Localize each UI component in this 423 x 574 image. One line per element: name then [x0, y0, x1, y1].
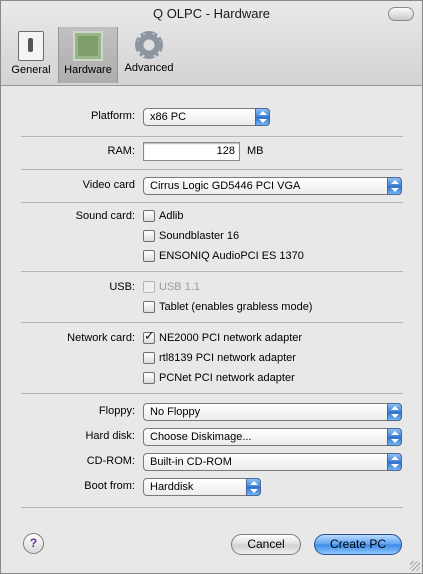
hard-disk-value: Choose Diskimage... — [150, 431, 252, 443]
usb-label: USB: — [109, 281, 135, 293]
rtl8139-checkbox[interactable] — [143, 352, 155, 364]
boot-from-value: Harddisk — [150, 481, 194, 493]
platform-value: x86 PC — [150, 111, 187, 123]
floppy-popup[interactable]: No Floppy — [143, 403, 402, 421]
platform-label: Platform: — [90, 110, 135, 122]
separator — [21, 507, 403, 508]
chip-icon — [73, 31, 103, 61]
floppy-value: No Floppy — [150, 406, 201, 418]
hardware-window: Q OLPC - Hardware General Hardware Advan… — [0, 0, 423, 574]
usb11-label: USB 1.1 — [159, 281, 200, 293]
ensoniq-checkbox[interactable] — [143, 250, 155, 262]
adlib-label[interactable]: Adlib — [159, 210, 183, 222]
tablet-label[interactable]: Tablet (enables grabless mode) — [159, 301, 312, 313]
tablet-checkbox[interactable] — [143, 301, 155, 313]
popup-arrows-icon — [387, 403, 402, 421]
popup-arrows-icon — [387, 428, 402, 446]
soundblaster-label[interactable]: Soundblaster 16 — [159, 230, 239, 242]
cdrom-label: CD-ROM: — [86, 455, 135, 467]
soundblaster-checkbox[interactable] — [143, 230, 155, 242]
create-pc-button[interactable]: Create PC — [314, 534, 402, 555]
video-card-popup[interactable]: Cirrus Logic GD5446 PCI VGA — [143, 177, 402, 195]
ram-label: RAM: — [107, 145, 136, 157]
video-card-value: Cirrus Logic GD5446 PCI VGA — [150, 180, 301, 192]
platform-popup[interactable]: x86 PC — [143, 108, 270, 126]
tab-advanced[interactable]: Advanced — [119, 27, 179, 83]
boot-from-popup[interactable]: Harddisk — [143, 478, 261, 496]
gear-icon — [135, 31, 163, 59]
network-card-label: Network card: — [67, 332, 135, 344]
cdrom-value: Built-in CD-ROM — [150, 456, 232, 468]
popup-arrows-icon — [387, 177, 402, 195]
hard-disk-label: Hard disk: — [85, 430, 135, 442]
separator — [21, 169, 403, 170]
tab-general[interactable]: General — [7, 27, 55, 83]
usb11-checkbox — [143, 281, 155, 293]
ram-unit: MB — [247, 145, 264, 157]
hardware-panel: Platform: x86 PC RAM: 128 MB Video card … — [1, 86, 422, 573]
rtl8139-label[interactable]: rtl8139 PCI network adapter — [159, 352, 296, 364]
window-title: Q OLPC - Hardware — [152, 6, 271, 21]
popup-arrows-icon — [255, 108, 270, 126]
toolbar-toggle-button[interactable] — [388, 7, 414, 21]
separator — [21, 393, 403, 394]
separator — [21, 202, 403, 203]
separator — [21, 136, 403, 137]
cancel-button[interactable]: Cancel — [231, 534, 301, 555]
tab-advanced-label: Advanced — [124, 62, 174, 74]
ensoniq-label[interactable]: ENSONIQ AudioPCI ES 1370 — [159, 250, 304, 262]
adlib-checkbox[interactable] — [143, 210, 155, 222]
hard-disk-popup[interactable]: Choose Diskimage... — [143, 428, 402, 446]
ne2000-label[interactable]: NE2000 PCI network adapter — [159, 332, 302, 344]
boot-from-label: Boot from: — [84, 480, 135, 492]
tab-hardware[interactable]: Hardware — [58, 27, 118, 83]
title-toolbar: Q OLPC - Hardware General Hardware Advan… — [1, 1, 422, 86]
tab-hardware-label: Hardware — [64, 64, 112, 76]
separator — [21, 322, 403, 323]
sound-card-label: Sound card: — [75, 210, 135, 222]
ram-field[interactable]: 128 — [143, 142, 240, 161]
switch-icon — [18, 31, 44, 61]
ne2000-checkbox[interactable] — [143, 328, 155, 344]
video-card-label: Video card — [82, 179, 135, 191]
popup-arrows-icon — [246, 478, 261, 496]
resize-grip-icon[interactable] — [410, 561, 420, 571]
pcnet-checkbox[interactable] — [143, 372, 155, 384]
tab-general-label: General — [11, 64, 51, 76]
pcnet-label[interactable]: PCNet PCI network adapter — [159, 372, 295, 384]
cdrom-popup[interactable]: Built-in CD-ROM — [143, 453, 402, 471]
separator — [21, 271, 403, 272]
floppy-label: Floppy: — [98, 405, 135, 417]
popup-arrows-icon — [387, 453, 402, 471]
help-button[interactable]: ? — [23, 533, 44, 554]
